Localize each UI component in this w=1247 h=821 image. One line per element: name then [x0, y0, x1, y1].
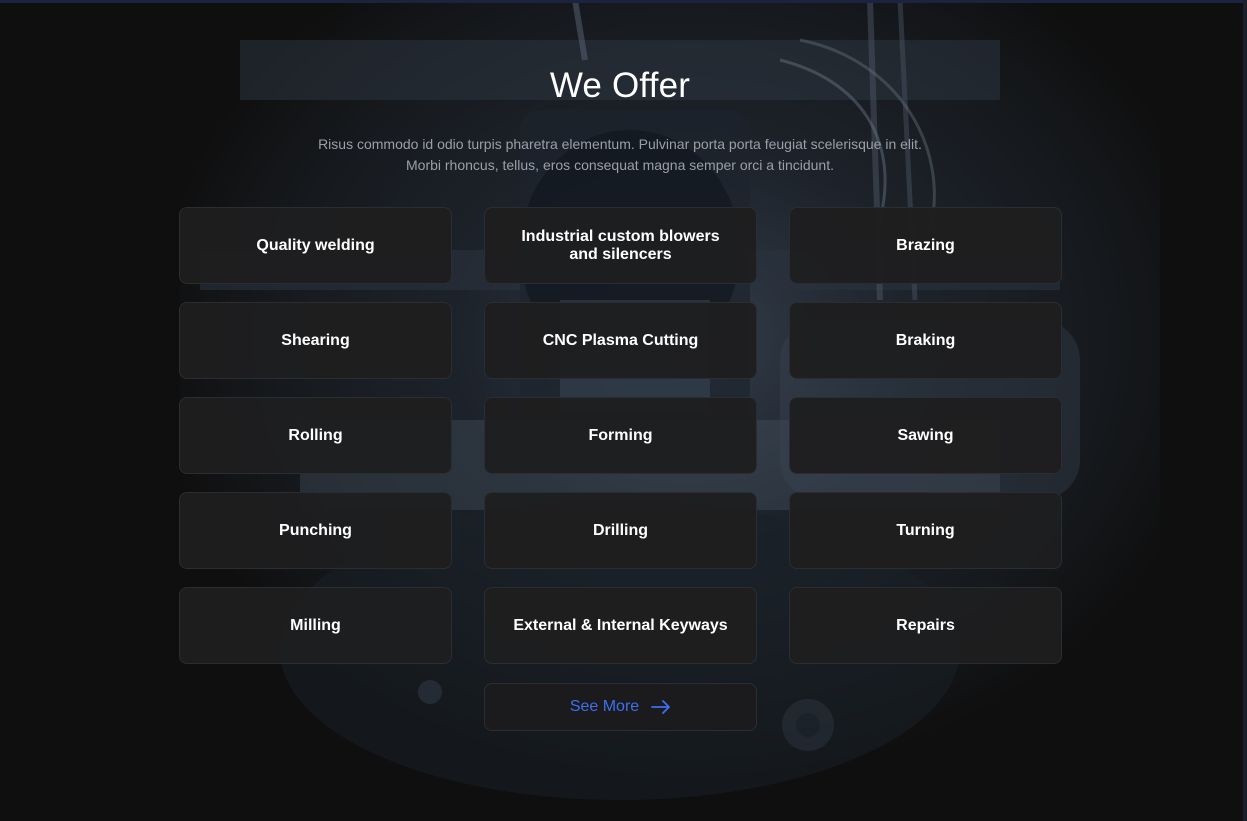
service-label: Turning — [896, 521, 955, 539]
section-title: We Offer — [549, 66, 691, 105]
service-label: CNC Plasma Cutting — [542, 331, 699, 349]
service-card-punching[interactable]: Punching — [179, 492, 452, 569]
service-card-forming[interactable]: Forming — [484, 397, 757, 474]
service-label: Industrial custom blowers and silencers — [521, 227, 720, 263]
services-grid: Quality welding Industrial custom blower… — [179, 207, 1062, 664]
service-card-repairs[interactable]: Repairs — [789, 587, 1062, 664]
right-scrollbar-track — [1243, 0, 1247, 821]
arrow-right-icon — [651, 700, 671, 714]
service-card-shearing[interactable]: Shearing — [179, 302, 452, 379]
service-label: Sawing — [897, 426, 954, 444]
service-label: Quality welding — [256, 236, 375, 254]
we-offer-section: We Offer Risus commodo id odio turpis ph… — [0, 0, 1240, 821]
service-card-braking[interactable]: Braking — [789, 302, 1062, 379]
service-card-milling[interactable]: Milling — [179, 587, 452, 664]
service-label: Milling — [290, 616, 341, 634]
service-label: Brazing — [896, 236, 955, 254]
service-label: Punching — [279, 521, 352, 539]
service-card-drilling[interactable]: Drilling — [484, 492, 757, 569]
service-label: External & Internal Keyways — [513, 616, 728, 634]
service-card-brazing[interactable]: Brazing — [789, 207, 1062, 284]
service-card-keyways[interactable]: External & Internal Keyways — [484, 587, 757, 664]
service-card-industrial-blowers[interactable]: Industrial custom blowers and silencers — [484, 207, 757, 284]
service-label: Braking — [895, 331, 956, 349]
service-label: Repairs — [896, 616, 955, 634]
service-card-rolling[interactable]: Rolling — [179, 397, 452, 474]
service-label: Rolling — [288, 426, 343, 444]
service-label: Drilling — [592, 521, 649, 539]
service-card-sawing[interactable]: Sawing — [789, 397, 1062, 474]
see-more-label: See More — [569, 698, 640, 715]
service-card-turning[interactable]: Turning — [789, 492, 1062, 569]
page: We Offer Risus commodo id odio turpis ph… — [0, 0, 1247, 821]
service-card-quality-welding[interactable]: Quality welding — [179, 207, 452, 284]
service-label: Forming — [588, 426, 653, 444]
see-more-button[interactable]: See More — [484, 683, 757, 731]
service-label: Shearing — [281, 331, 350, 349]
section-subtitle: Risus commodo id odio turpis pharetra el… — [318, 136, 922, 173]
service-card-cnc-plasma-cutting[interactable]: CNC Plasma Cutting — [484, 302, 757, 379]
